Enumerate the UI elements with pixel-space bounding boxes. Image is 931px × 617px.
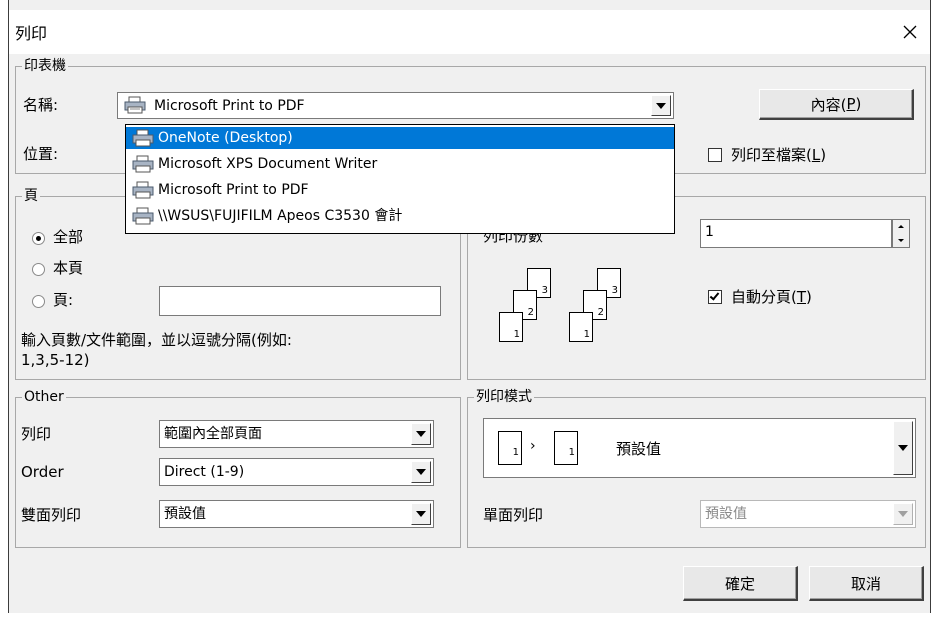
collate-page: 1 <box>499 312 523 342</box>
printer-option-pdf[interactable]: Microsoft Print to PDF <box>126 179 674 201</box>
current-page-radio[interactable] <box>32 263 45 276</box>
print-to-file-checkbox[interactable] <box>708 148 722 162</box>
print-to-file-label[interactable]: 列印至檔案(L) <box>731 145 826 165</box>
printer-icon <box>124 96 146 114</box>
printer-group-legend: 印表機 <box>22 57 68 75</box>
single-side-label: 單面列印 <box>483 506 544 524</box>
properties-button-accel: P <box>846 95 856 113</box>
title-bar: 列印 <box>9 10 930 54</box>
printer-option-label: \\WSUS\FUJIFILM Apeos C3530 會計 <box>158 208 403 224</box>
print-mode-value: 預設值 <box>616 440 662 458</box>
single-side-value: 預設值 <box>705 506 747 522</box>
printer-option-fujifilm[interactable]: \\WSUS\FUJIFILM Apeos C3530 會計 <box>126 205 674 227</box>
copies-value: 1 <box>705 224 714 240</box>
page-range-legend: 頁 <box>22 187 40 205</box>
window-title: 列印 <box>15 24 48 43</box>
print-range-label: 列印 <box>21 425 52 443</box>
printer-icon <box>132 155 154 173</box>
chevron-down-icon[interactable] <box>411 503 431 525</box>
spin-up-icon[interactable] <box>893 220 909 233</box>
page-range-radio[interactable] <box>32 295 45 308</box>
printer-name-label: 名稱: <box>23 96 59 114</box>
printer-icon <box>132 207 154 225</box>
cancel-button[interactable]: 取消 <box>809 566 924 601</box>
cancel-button-label: 取消 <box>850 574 881 593</box>
printer-option-label: OneNote (Desktop) <box>158 130 293 146</box>
printer-option-label: Microsoft Print to PDF <box>158 182 309 198</box>
print-range-value: 範圍內全部頁面 <box>164 426 262 442</box>
printer-dropdown-list: OneNote (Desktop) Microsoft XPS Document… <box>125 124 675 234</box>
current-page-label[interactable]: 本頁 <box>53 258 83 278</box>
mode-page: 1 <box>554 431 578 465</box>
printer-icon <box>132 129 154 147</box>
chevron-down-icon[interactable] <box>411 423 431 445</box>
properties-button[interactable]: 內容(P) <box>759 89 914 120</box>
chevron-down-icon[interactable] <box>651 95 671 116</box>
properties-button-label: 內容( <box>810 95 847 114</box>
printer-option-xps[interactable]: Microsoft XPS Document Writer <box>126 153 674 175</box>
collate-label[interactable]: 自動分頁(T) <box>731 287 812 307</box>
single-side-select: 預設值 <box>700 500 916 528</box>
properties-button-paren: ) <box>855 95 862 113</box>
page-range-input[interactable] <box>159 286 441 316</box>
order-label: Order <box>21 463 64 481</box>
printer-name-select[interactable]: Microsoft Print to PDF <box>117 92 674 119</box>
chevron-down-icon[interactable] <box>411 461 431 483</box>
print-range-select[interactable]: 範圍內全部頁面 <box>159 420 434 448</box>
print-mode-select[interactable]: 1 › 1 預設值 <box>483 418 916 478</box>
all-pages-radio[interactable] <box>32 232 45 245</box>
mode-arrow-icon: › <box>530 438 536 454</box>
printer-option-label: Microsoft XPS Document Writer <box>158 156 378 172</box>
page-range-hint-line2: 1,3,5-12) <box>21 351 90 369</box>
collate-checkbox[interactable] <box>708 290 722 304</box>
printer-icon <box>132 181 154 199</box>
close-button[interactable] <box>890 10 930 54</box>
copies-input[interactable]: 1 <box>700 219 892 248</box>
printer-location-label: 位置: <box>23 145 59 163</box>
collate-page: 1 <box>569 312 593 342</box>
close-icon <box>903 25 917 39</box>
other-group-legend: Other <box>22 388 66 406</box>
printer-name-value: Microsoft Print to PDF <box>154 98 305 114</box>
page-range-label[interactable]: 頁: <box>53 290 73 310</box>
print-mode-legend: 列印模式 <box>474 388 534 406</box>
ok-button[interactable]: 確定 <box>683 566 798 601</box>
copies-spinner[interactable] <box>892 219 910 248</box>
chevron-down-icon <box>893 503 913 525</box>
ok-button-label: 確定 <box>724 574 755 593</box>
all-pages-label[interactable]: 全部 <box>53 227 83 247</box>
duplex-select[interactable]: 預設值 <box>159 500 434 528</box>
page-range-hint-line1: 輸入頁數/文件範圍，並以逗號分隔(例如: <box>21 331 292 349</box>
duplex-value: 預設值 <box>164 506 206 522</box>
duplex-label: 雙面列印 <box>21 506 82 524</box>
mode-page: 1 <box>498 431 522 465</box>
order-select[interactable]: Direct (1-9) <box>159 458 434 486</box>
print-dialog: 列印 印表機 名稱: Microsoft Print to PDF 內容(P) … <box>8 0 931 613</box>
chevron-down-icon[interactable] <box>893 421 913 475</box>
order-value: Direct (1-9) <box>164 464 245 480</box>
spin-down-icon[interactable] <box>893 234 909 247</box>
collate-illustration: 3 2 1 3 2 1 <box>499 266 649 356</box>
printer-option-onenote[interactable]: OneNote (Desktop) <box>126 127 674 149</box>
